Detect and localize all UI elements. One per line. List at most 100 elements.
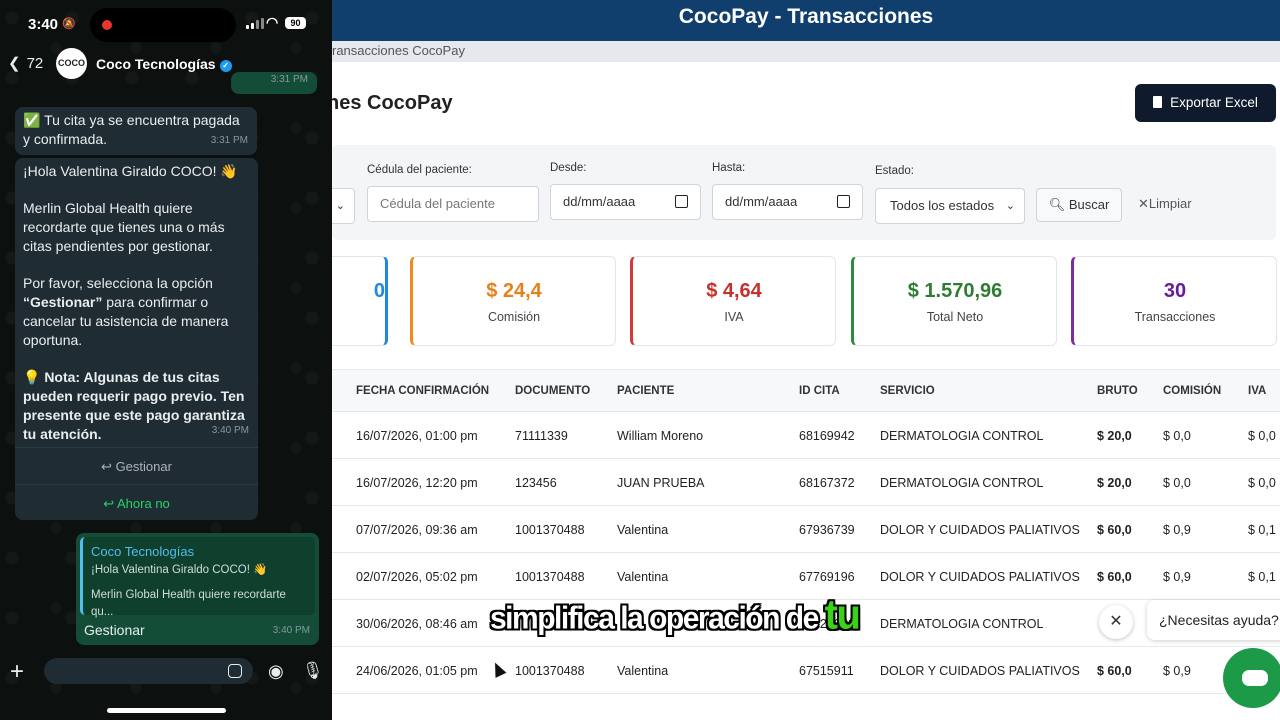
microphone-icon[interactable]: 🎙	[302, 661, 324, 681]
hasta-value: dd/mm/aaaa	[725, 194, 798, 209]
video-subtitle: simplifica la operación de tu	[490, 591, 861, 639]
card-label: Total Neto	[926, 310, 984, 324]
recording-dot-icon	[102, 20, 112, 30]
col-header-comision[interactable]: COMISIÓN	[1163, 385, 1221, 397]
quoted-message[interactable]: Coco Tecnologías ¡Hola Valentina Giraldo…	[80, 537, 315, 618]
message-time: 3:31 PM	[270, 74, 308, 85]
message-bubble-paid: ✅ Tu cita ya se encuentra pagada y confi…	[15, 107, 257, 155]
table-cell: DOLOR Y CUIDADOS PALIATIVOS	[880, 664, 1080, 678]
not-now-button[interactable]: ↩ Ahora no	[15, 484, 258, 521]
message-bubble-reply: Coco Tecnologías ¡Hola Valentina Giraldo…	[76, 533, 319, 645]
table-cell: William Moreno	[617, 429, 704, 443]
table-row[interactable]: 07/07/2026, 09:36 am 1001370488 Valentina 6…	[332, 506, 1280, 553]
table-cell: 1001370488	[515, 570, 585, 584]
table-cell: Valentina	[617, 523, 669, 537]
col-header-fecha[interactable]: FECHA CONFIRMACIÓN	[356, 385, 489, 397]
cedula-input[interactable]: Cédula del paciente	[367, 186, 539, 222]
table-cell: 24/06/2026, 01:05 pm	[356, 664, 478, 678]
hasta-label: Hasta:	[712, 162, 746, 174]
manage-button[interactable]: ↩ Gestionar	[15, 447, 258, 484]
table-cell: 67515911	[799, 664, 854, 678]
table-cell: $ 60,0	[1097, 523, 1132, 537]
table-cell: $ 0,0	[1248, 476, 1276, 490]
table-cell: 1001370488	[515, 523, 585, 537]
message-time: 3:31 PM	[210, 135, 248, 146]
verified-badge-icon: ✓	[219, 60, 232, 72]
table-cell: 16/07/2026, 01:00 pm	[356, 429, 478, 443]
col-header-id-cita[interactable]: ID CITA	[799, 385, 840, 397]
table-cell: 67936739	[799, 523, 855, 537]
whatsapp-chat-button[interactable]	[1223, 648, 1280, 708]
search-icon: 🔍︎	[1048, 197, 1069, 212]
export-excel-button[interactable]: Exportar Excel	[1135, 84, 1276, 122]
message-fragment: Por favor, selecciona la opción	[23, 275, 213, 291]
plus-icon[interactable]: +	[10, 658, 24, 686]
table-row[interactable]: 16/07/2026, 01:00 pm 71111339 William More…	[332, 412, 1280, 459]
estado-select[interactable]: Todos los estados ⌄	[875, 188, 1025, 224]
page-title: nes CocoPay	[332, 92, 453, 114]
table-cell: 67769196	[799, 570, 855, 584]
clear-filters-label: Limpiar	[1148, 196, 1192, 211]
col-header-documento[interactable]: DOCUMENTO	[515, 385, 590, 397]
clear-filters-button[interactable]: ✕Limpiar	[1138, 196, 1192, 212]
breadcrumb: ransacciones CocoPay	[332, 41, 1280, 62]
whatsapp-phone-screen: 3:40 🔕 ◠ 90 ❮ 72 COCO Coco Tecnologías ✓ 3…	[0, 0, 332, 720]
help-prompt[interactable]: ¿Necesitas ayuda?	[1147, 600, 1280, 640]
card-label: IVA	[724, 310, 744, 324]
subtitle-text: simplifica la operación de	[490, 601, 825, 636]
not-now-button-label: Ahora no	[117, 496, 170, 511]
table-row[interactable]: 24/06/2026, 01:05 pm 1001370488 Valentina 6…	[332, 647, 1280, 694]
search-button[interactable]: 🔍︎ Buscar	[1036, 188, 1122, 222]
subtitle-highlight: tu	[824, 591, 861, 639]
table-cell: Valentina	[617, 570, 669, 584]
table-cell: 71111339	[515, 429, 568, 443]
contact-name-text: Coco Tecnologías	[96, 56, 216, 72]
unread-count: 72	[26, 54, 44, 72]
calendar-icon[interactable]	[837, 195, 850, 208]
tab-transacciones[interactable]: ransacciones CocoPay	[332, 43, 465, 58]
table-cell: $ 20,0	[1097, 429, 1132, 443]
previous-filter-select[interactable]: ⌄	[332, 188, 355, 224]
table-cell: 68169942	[799, 429, 855, 443]
message-input[interactable]	[44, 658, 253, 684]
back-button[interactable]: ❮ 72	[8, 54, 44, 73]
estado-label: Estado:	[875, 165, 914, 177]
summary-card-total: 0	[332, 256, 388, 346]
col-header-iva[interactable]: IVA	[1248, 385, 1266, 397]
table-row[interactable]: 16/07/2026, 12:20 pm 123456 JUAN PRUEBA 681…	[332, 459, 1280, 506]
card-value: 0	[373, 280, 385, 302]
col-header-servicio[interactable]: SERVICIO	[880, 385, 935, 397]
sticker-icon[interactable]	[228, 664, 242, 678]
manage-button-label: Gestionar	[115, 459, 172, 474]
message-paragraph: Merlin Global Health quiere recordarte q…	[23, 200, 225, 254]
wifi-icon: ◠	[266, 14, 279, 30]
desde-date-input[interactable]: dd/mm/aaaa	[550, 184, 701, 220]
home-indicator	[107, 708, 226, 713]
message-paragraph: Por favor, selecciona la opción “Gestion…	[23, 274, 250, 350]
col-header-paciente[interactable]: PACIENTE	[617, 385, 674, 397]
col-header-bruto[interactable]: BRUTO	[1097, 385, 1138, 397]
signal-icon	[246, 18, 264, 29]
contact-name[interactable]: Coco Tecnologías ✓	[96, 56, 232, 72]
table-cell: 07/07/2026, 09:36 am	[356, 523, 478, 537]
table-cell: 16/07/2026, 12:20 pm	[356, 476, 478, 490]
calendar-icon[interactable]	[675, 195, 688, 208]
table-cell: $ 20,0	[1097, 476, 1132, 490]
table-cell: $ 60,0	[1097, 664, 1132, 678]
table-cell: $ 0,9	[1163, 523, 1191, 537]
message-greeting: ¡Hola Valentina Giraldo COCO! 👋	[23, 163, 238, 179]
table-header: FECHA CONFIRMACIÓN DOCUMENTO PACIENTE ID…	[332, 369, 1280, 412]
table-cell: DERMATOLOGIA CONTROL	[880, 429, 1044, 443]
card-value: $ 24,4	[486, 280, 542, 302]
chevron-left-icon: ❮	[8, 55, 21, 72]
reply-arrow-icon: ↩	[103, 496, 118, 511]
close-help-button[interactable]: ✕	[1099, 605, 1133, 639]
message-time: 3:40 PM	[211, 425, 249, 436]
table-cell: $ 0,0	[1163, 429, 1191, 443]
camera-icon[interactable]: ◉	[268, 661, 284, 682]
table-cell: $ 0,0	[1163, 476, 1191, 490]
card-label: Comisión	[487, 310, 541, 324]
table-cell: 123456	[515, 476, 557, 490]
hasta-date-input[interactable]: dd/mm/aaaa	[712, 184, 863, 220]
contact-avatar[interactable]: COCO	[56, 48, 87, 79]
